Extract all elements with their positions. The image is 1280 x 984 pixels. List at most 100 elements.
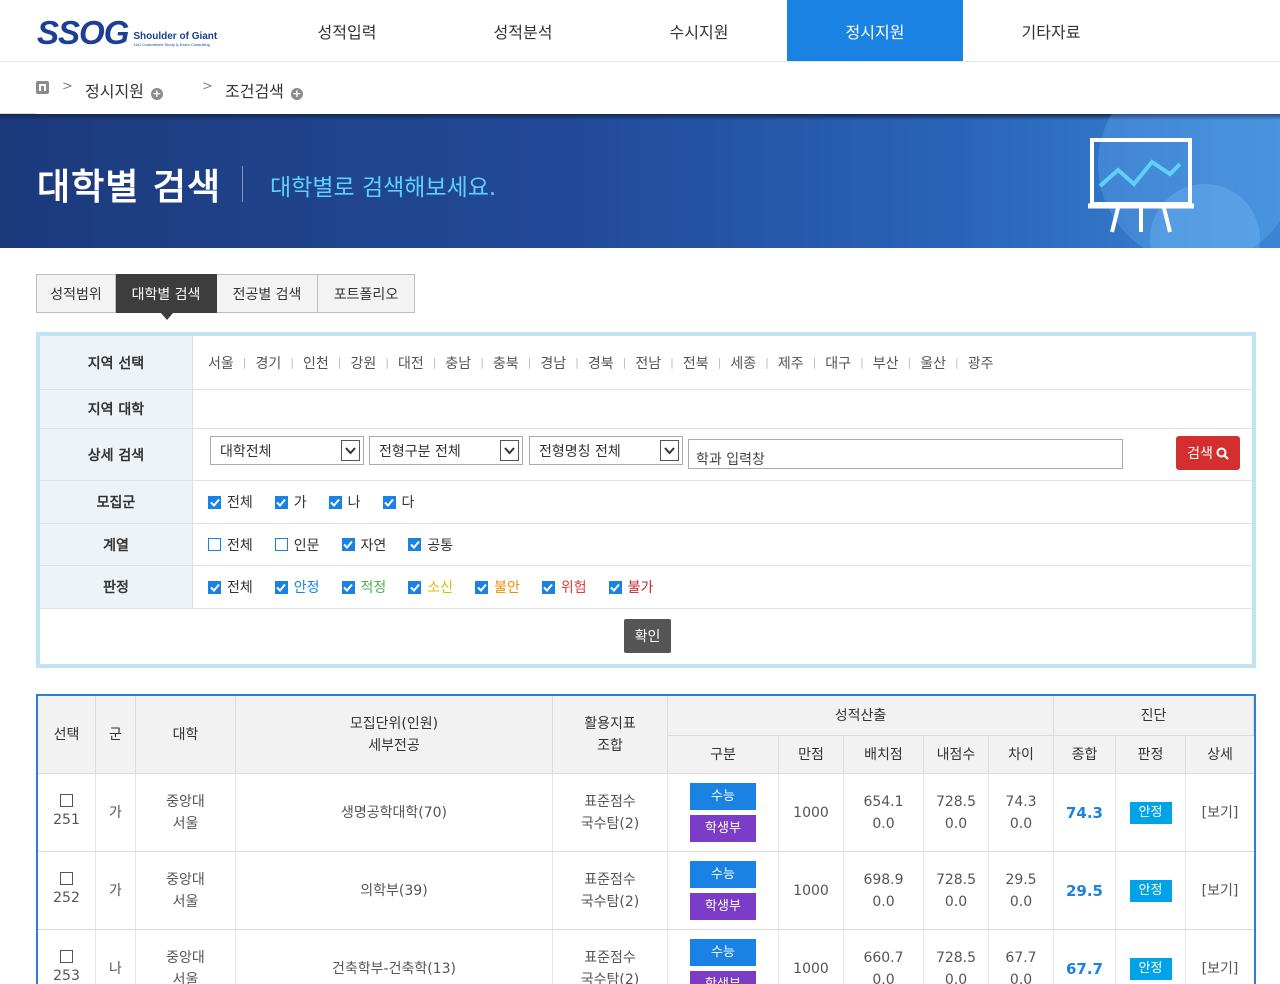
confirm-button[interactable]: 확인 (624, 619, 671, 653)
row-index: 표준점수 (584, 947, 636, 969)
judges-checkbox[interactable]: 불가 (609, 577, 654, 597)
tab-university-search[interactable]: 대학별 검색 (116, 274, 217, 313)
region-university-row: 지역 대학 (40, 390, 1252, 429)
region-item[interactable]: 경북 (588, 353, 614, 373)
field-row: 계열 전체인문자연공통 (40, 524, 1252, 566)
region-item[interactable]: 부산 (873, 353, 899, 373)
judgement-row: 판정 전체안정적정소신불안위험불가 (40, 566, 1252, 609)
plus-icon[interactable]: + (151, 88, 163, 100)
fields-checkbox[interactable]: 전체 (208, 535, 253, 555)
chevron-down-icon (500, 440, 519, 461)
row-checkbox[interactable] (60, 872, 73, 885)
judges-checkbox[interactable]: 적정 (342, 577, 387, 597)
fields-checkbox[interactable]: 자연 (342, 535, 387, 555)
menu-other-materials[interactable]: 기타자료 (963, 0, 1139, 61)
menu-regular-admission[interactable]: 정시지원 (787, 0, 963, 61)
judges-checkbox[interactable]: 불안 (475, 577, 520, 597)
judges-label: 불가 (628, 577, 654, 597)
judges-checkbox[interactable]: 안정 (275, 577, 320, 597)
groups-label: 가 (294, 492, 307, 512)
region-item[interactable]: 경기 (255, 353, 281, 373)
breadcrumb-level2[interactable]: 조건검색 + (225, 78, 303, 102)
region-item[interactable]: 울산 (920, 353, 946, 373)
region-item[interactable]: 충북 (493, 353, 519, 373)
region-item[interactable]: 전남 (635, 353, 661, 373)
view-detail-link[interactable]: [보기] (1202, 958, 1239, 980)
groups-checkbox[interactable]: 다 (383, 492, 415, 512)
row-group: 나 (109, 958, 122, 980)
table-cell: 74.3 (1054, 774, 1116, 851)
table-cell: 29.50.0 (989, 852, 1054, 929)
judges-checkbox[interactable]: 전체 (208, 577, 253, 597)
table-cell: 건축학부-건축학(13) (236, 930, 553, 984)
tab-portfolio[interactable]: 포트폴리오 (318, 274, 415, 313)
region-item[interactable]: 강원 (350, 353, 376, 373)
admission-name-select[interactable]: 전형명칭 전체 (529, 436, 683, 465)
region-item[interactable]: 서울 (208, 353, 234, 373)
judgement-badge: 안정 (1130, 958, 1172, 980)
admission-type-select[interactable]: 전형구분 전체 (369, 436, 523, 465)
university-select[interactable]: 대학전체 (210, 436, 364, 465)
region-item[interactable]: 세종 (730, 353, 756, 373)
department-input[interactable]: 학과 입력창 (688, 439, 1123, 469)
recruit-group-checks: 전체 가 나 다 (208, 481, 436, 523)
row-index-combo: 국수탐(2) (581, 891, 639, 913)
row-location: 서울 (173, 891, 199, 913)
checked-icon (275, 496, 288, 509)
table-cell: 728.50.0 (924, 774, 989, 851)
region-item[interactable]: 경남 (540, 353, 566, 373)
judges-label: 소신 (427, 577, 453, 597)
row-my-score: 728.5 (936, 947, 976, 969)
tab-major-search[interactable]: 전공별 검색 (217, 274, 318, 313)
judges-checkbox[interactable]: 위험 (542, 577, 587, 597)
row-difference-2: 0.0 (1010, 813, 1032, 835)
results-table: 선택 군 대학 모집단위(인원)세부전공 활용지표조합 성적산출 진단 구분 만… (36, 694, 1256, 984)
table-cell: 안정 (1116, 774, 1186, 851)
menu-early-admission[interactable]: 수시지원 (611, 0, 787, 61)
header-university: 대학 (136, 696, 236, 774)
judges-checkbox[interactable]: 소신 (408, 577, 453, 597)
table-cell: 252 (38, 852, 96, 929)
fields-checkbox[interactable]: 공통 (408, 535, 453, 555)
view-detail-link[interactable]: [보기] (1202, 880, 1239, 902)
row-full-score: 1000 (793, 958, 829, 980)
groups-checkbox[interactable]: 전체 (208, 492, 253, 512)
chart-board-icon (1088, 136, 1194, 234)
checked-icon (408, 581, 421, 594)
region-item[interactable]: 대구 (825, 353, 851, 373)
breadcrumb-level1[interactable]: 정시지원 + (85, 78, 163, 102)
region-item[interactable]: 전북 (683, 353, 709, 373)
breadcrumb-level2-label: 조건검색 (225, 82, 284, 101)
table-cell: 의학부(39) (236, 852, 553, 929)
row-my-score: 728.5 (936, 869, 976, 891)
menu-score-analysis[interactable]: 성적분석 (435, 0, 611, 61)
judges-label: 안정 (294, 577, 320, 597)
row-location: 서울 (173, 813, 199, 835)
table-cell: 67.70.0 (989, 930, 1054, 984)
groups-checkbox[interactable]: 나 (329, 492, 361, 512)
view-detail-link[interactable]: [보기] (1202, 802, 1239, 824)
judges-label: 전체 (227, 577, 253, 597)
menu-score-input[interactable]: 성적입력 (259, 0, 435, 61)
header-full-score: 만점 (779, 736, 844, 774)
fields-checkbox[interactable]: 인문 (275, 535, 320, 555)
region-item[interactable]: 충남 (445, 353, 471, 373)
header-detail: 상세 (1186, 736, 1254, 774)
table-cell: [보기] (1186, 852, 1254, 929)
region-item[interactable]: 대전 (398, 353, 424, 373)
region-item[interactable]: 광주 (968, 353, 994, 373)
row-difference-2: 0.0 (1010, 969, 1032, 984)
region-label: 지역 선택 (40, 336, 193, 389)
region-item[interactable]: 인천 (303, 353, 329, 373)
tab-score-range[interactable]: 성적범위 (36, 274, 116, 313)
search-button[interactable]: 검색 (1176, 436, 1240, 470)
plus-icon[interactable]: + (291, 88, 303, 100)
ssog-logo[interactable]: SSOG Shoulder of Giant1to1 Customized St… (37, 14, 217, 48)
groups-checkbox[interactable]: 가 (275, 492, 307, 512)
row-checkbox[interactable] (60, 794, 73, 807)
table-cell: 수능학생부 (668, 852, 779, 929)
region-item[interactable]: 제주 (778, 353, 804, 373)
groups-label: 다 (402, 492, 415, 512)
row-checkbox[interactable] (60, 950, 73, 963)
breadcrumb-level1-label: 정시지원 (85, 82, 144, 101)
